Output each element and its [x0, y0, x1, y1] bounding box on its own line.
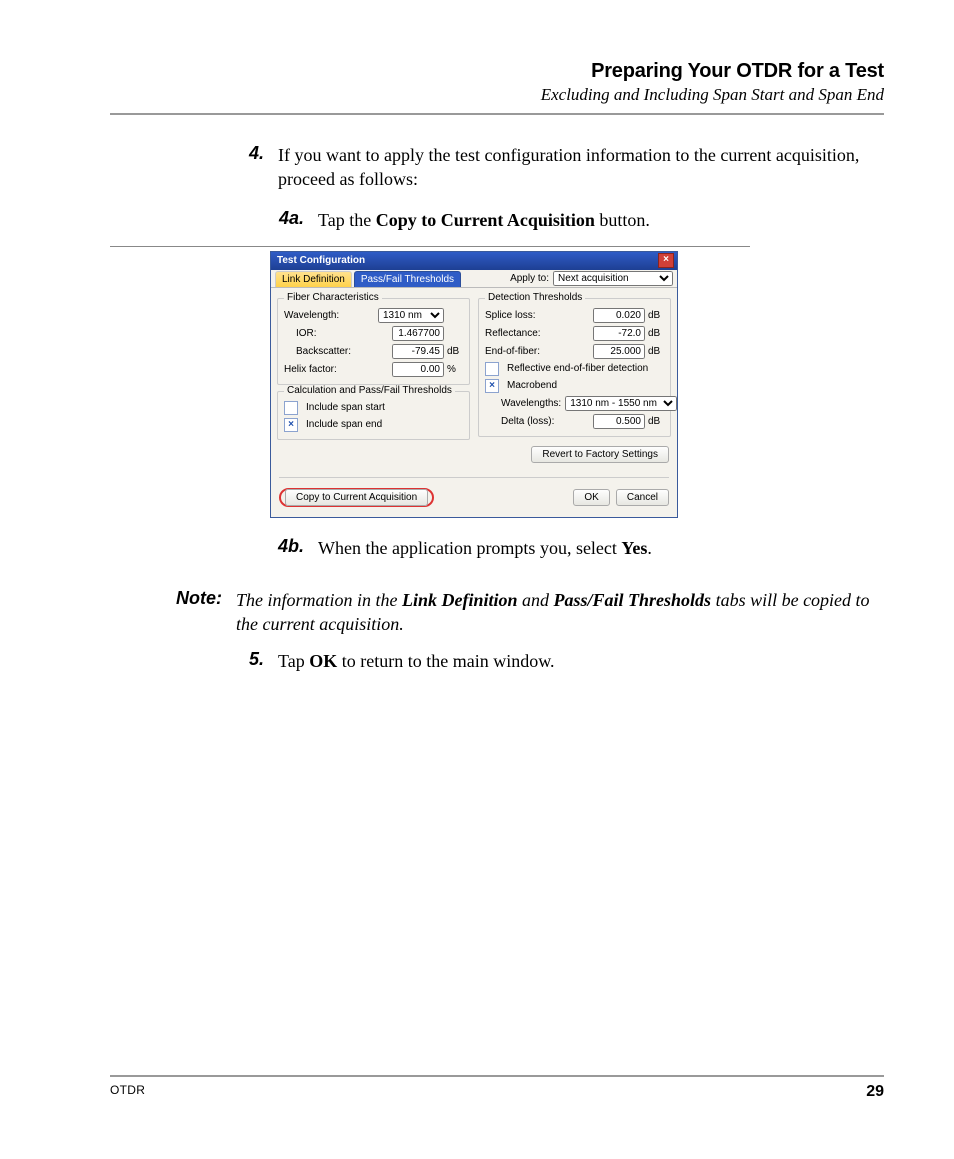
step-number: 5. — [240, 649, 264, 673]
close-icon[interactable]: × — [658, 253, 674, 268]
text: Tap the — [318, 210, 376, 230]
reflective-eof-label: Reflective end-of-fiber detection — [507, 363, 648, 374]
text: The information in the — [236, 590, 402, 610]
unit-pct: % — [447, 364, 463, 375]
eof-label: End-of-fiber: — [485, 346, 540, 357]
step-5: 5. Tap OK to return to the main window. — [240, 649, 884, 673]
header-rule — [110, 113, 884, 115]
substep-number: 4a. — [270, 208, 304, 232]
group-title: Fiber Characteristics — [284, 292, 382, 303]
backscatter-input[interactable] — [392, 344, 444, 359]
group-calc-passfail: Calculation and Pass/Fail Thresholds Inc… — [277, 391, 470, 440]
delta-loss-input[interactable] — [593, 414, 645, 429]
note-block: Note: The information in the Link Defini… — [170, 588, 884, 637]
checkbox-macrobend[interactable]: × — [485, 379, 499, 393]
dialog-titlebar: Test Configuration × — [271, 252, 677, 270]
eof-input[interactable] — [593, 344, 645, 359]
checkbox-span-start[interactable] — [284, 401, 298, 415]
highlight-circle: Copy to Current Acquisition — [279, 488, 434, 507]
apply-to-select[interactable]: Next acquisition — [553, 271, 673, 286]
note-label: Note: — [170, 588, 222, 637]
dialog-title: Test Configuration — [277, 255, 365, 266]
tab-passfail-thresholds[interactable]: Pass/Fail Thresholds — [354, 271, 461, 287]
dialog-illustration: Test Configuration × Link Definition Pas… — [270, 246, 750, 518]
text: Tap — [278, 651, 309, 671]
copy-to-current-acquisition-button[interactable]: Copy to Current Acquisition — [285, 489, 428, 506]
footer-left: OTDR — [110, 1083, 145, 1101]
page-header-subtitle: Excluding and Including Span Start and S… — [110, 85, 884, 105]
text: button. — [595, 210, 650, 230]
group-detection-thresholds: Detection Thresholds Splice loss: dB Ref… — [478, 298, 671, 437]
text: to return to the main window. — [337, 651, 554, 671]
note-text: The information in the Link Definition a… — [236, 588, 884, 637]
include-span-end-label: Include span end — [306, 419, 382, 430]
unit-db: dB — [648, 346, 664, 357]
backscatter-label: Backscatter: — [284, 346, 351, 357]
group-title: Calculation and Pass/Fail Thresholds — [284, 385, 455, 396]
ior-label: IOR: — [284, 328, 317, 339]
splice-loss-input[interactable] — [593, 308, 645, 323]
apply-to-label: Apply to: — [510, 273, 549, 284]
ior-input[interactable] — [392, 326, 444, 341]
group-fiber-characteristics: Fiber Characteristics Wavelength: 1310 n… — [277, 298, 470, 385]
mb-wavelengths-select[interactable]: 1310 nm - 1550 nm — [565, 396, 677, 411]
dialog-tabstrip: Link Definition Pass/Fail Thresholds App… — [271, 270, 677, 288]
step-number: 4. — [240, 143, 264, 192]
bold-text: Yes — [621, 538, 647, 558]
helix-input[interactable] — [392, 362, 444, 377]
text: . — [647, 538, 652, 558]
unit-db: dB — [648, 328, 664, 339]
reflectance-label: Reflectance: — [485, 328, 541, 339]
unit-db: dB — [648, 416, 664, 427]
group-title: Detection Thresholds — [485, 292, 585, 303]
wavelength-select[interactable]: 1310 nm — [378, 308, 444, 323]
step-4a: 4a. Tap the Copy to Current Acquisition … — [270, 208, 884, 232]
substep-text: Tap the Copy to Current Acquisition butt… — [318, 208, 884, 232]
apply-to-control: Apply to: Next acquisition — [510, 271, 673, 286]
wavelength-label: Wavelength: — [284, 310, 339, 321]
illustration-rule — [110, 246, 750, 247]
cancel-button[interactable]: Cancel — [616, 489, 669, 506]
bold-text: OK — [309, 651, 337, 671]
page: Preparing Your OTDR for a Test Excluding… — [0, 0, 954, 1159]
checkbox-span-end[interactable]: × — [284, 418, 298, 432]
step-4: 4. If you want to apply the test configu… — [240, 143, 884, 192]
ok-button[interactable]: OK — [573, 489, 609, 506]
step-text: Tap OK to return to the main window. — [278, 649, 884, 673]
page-header-title: Preparing Your OTDR for a Test — [110, 60, 884, 83]
test-configuration-dialog: Test Configuration × Link Definition Pas… — [270, 251, 678, 518]
page-footer: OTDR 29 — [110, 1075, 884, 1101]
mb-wavelengths-label: Wavelengths: — [485, 398, 561, 409]
substep-number: 4b. — [270, 536, 304, 560]
unit-db: dB — [648, 310, 664, 321]
footer-page-number: 29 — [866, 1083, 884, 1101]
text: and — [518, 590, 554, 610]
substep-text: When the application prompts you, select… — [318, 536, 884, 560]
page-header: Preparing Your OTDR for a Test Excluding… — [110, 60, 884, 105]
dialog-body: Fiber Characteristics Wavelength: 1310 n… — [271, 288, 677, 442]
bold-text: Link Definition — [402, 590, 518, 610]
revert-factory-button[interactable]: Revert to Factory Settings — [531, 446, 669, 463]
bold-text: Copy to Current Acquisition — [376, 210, 595, 230]
reflectance-input[interactable] — [593, 326, 645, 341]
checkbox-reflective-eof[interactable] — [485, 362, 499, 376]
include-span-start-label: Include span start — [306, 402, 385, 413]
unit-db: dB — [447, 346, 463, 357]
tab-link-definition[interactable]: Link Definition — [275, 271, 352, 287]
delta-loss-label: Delta (loss): — [485, 416, 554, 427]
bold-text: Pass/Fail Thresholds — [554, 590, 712, 610]
step-text: If you want to apply the test configurat… — [278, 143, 884, 192]
helix-label: Helix factor: — [284, 364, 337, 375]
text: When the application prompts you, select — [318, 538, 621, 558]
step-4b: 4b. When the application prompts you, se… — [270, 536, 884, 560]
splice-loss-label: Splice loss: — [485, 310, 536, 321]
macrobend-label: Macrobend — [507, 380, 557, 391]
dialog-footer: Revert to Factory Settings Copy to Curre… — [271, 442, 677, 517]
